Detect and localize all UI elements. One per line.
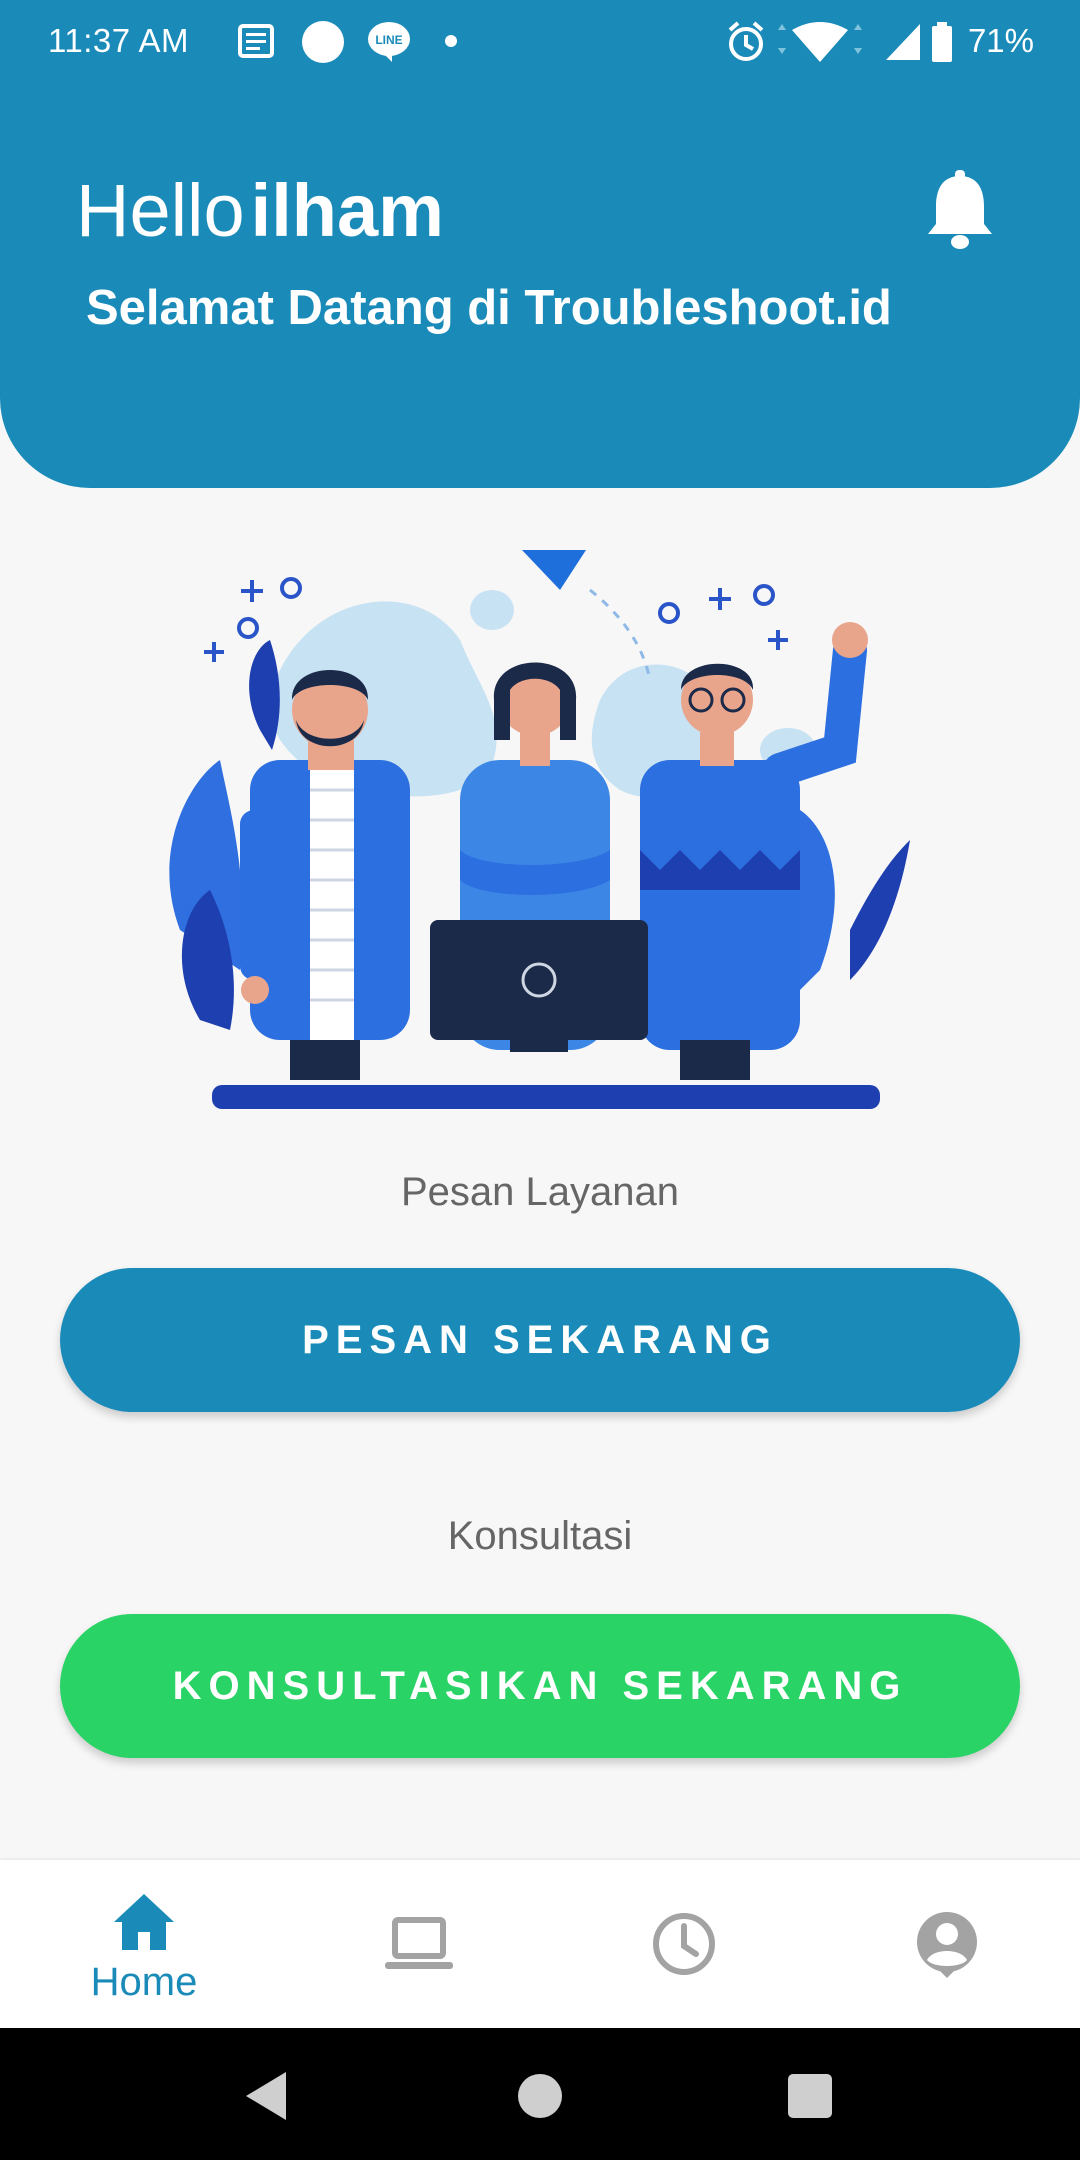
battery-percentage: 71% (967, 22, 1034, 59)
dot-circle-icon (302, 21, 344, 63)
home-circle-icon[interactable] (510, 2066, 570, 2126)
line-app-icon: LINE (368, 22, 410, 62)
welcome-message: Selamat Datang di Troubleshoot.id (86, 281, 892, 335)
alarm-icon (728, 21, 764, 61)
user-name: ilham (250, 169, 444, 252)
team-illustration (169, 550, 910, 1109)
home-icon (114, 1894, 174, 1950)
laptop-icon (385, 1917, 453, 1969)
clock-icon (653, 1913, 715, 1975)
battery-icon (932, 22, 952, 62)
consult-section-label: Konsultasi (447, 1514, 633, 1558)
status-bar: 11:37 AM LINE 71% (0, 0, 1080, 86)
system-navigation-bar (0, 2028, 1080, 2160)
consult-now-button[interactable]: KONSULTASIKAN SEKARANG (60, 1614, 1020, 1758)
status-time: 11:37 AM (48, 22, 189, 59)
header: 11:37 AM LINE 71% Helloilham Selamat Dat… (0, 0, 1080, 488)
nav-item-home[interactable]: Home (9, 1860, 279, 2028)
nav-item-account[interactable] (812, 1860, 1080, 2028)
order-section-label: Pesan Layanan (400, 1170, 679, 1214)
greeting: Helloilham (76, 168, 444, 254)
notification-bell-icon[interactable] (924, 168, 996, 250)
bottom-navigation: Home (0, 1860, 1080, 2028)
nav-label-home: Home (90, 1960, 198, 2004)
account-icon (917, 1912, 977, 1978)
nav-item-services[interactable] (284, 1860, 554, 2028)
back-icon[interactable] (238, 2066, 298, 2126)
wifi-icon (778, 22, 862, 62)
recents-icon[interactable] (780, 2066, 840, 2126)
greeting-text: Hello (76, 169, 245, 252)
svg-text:LINE: LINE (375, 33, 402, 47)
signal-icon (886, 24, 920, 60)
notification-dot-icon (445, 35, 457, 47)
order-now-button[interactable]: PESAN SEKARANG (60, 1268, 1020, 1412)
news-icon (238, 24, 274, 58)
nav-item-history[interactable] (549, 1860, 819, 2028)
